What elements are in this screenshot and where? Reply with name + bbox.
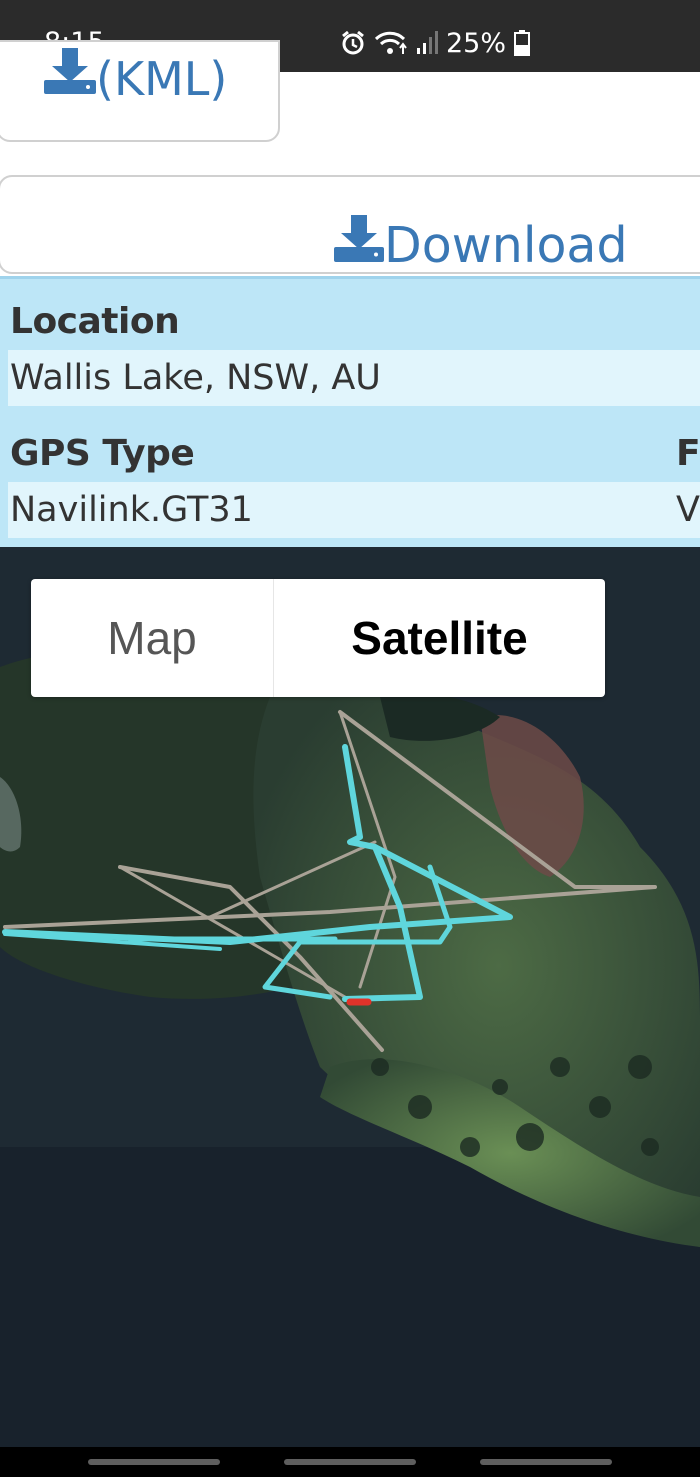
firmware-value: V1	[676, 490, 700, 530]
alarm-icon	[340, 30, 366, 56]
nav-back-button[interactable]	[480, 1459, 612, 1465]
navigation-bar	[0, 1447, 700, 1477]
download-icon	[44, 48, 96, 110]
battery-icon	[514, 30, 531, 56]
signal-icon	[416, 30, 438, 56]
download-kml-button[interactable]: (KML)	[0, 40, 280, 142]
location-label: Location	[10, 301, 180, 342]
gps-type-label: GPS Type	[10, 433, 195, 474]
location-value: Wallis Lake, NSW, AU	[10, 358, 381, 398]
gps-type-value: Navilink.GT31	[10, 490, 253, 530]
wifi-icon	[374, 30, 408, 56]
download-button-label: Download	[384, 216, 628, 274]
download-icon	[334, 215, 384, 276]
map-type-control: Map Satellite	[31, 579, 605, 697]
status-icons: 25%	[340, 26, 531, 60]
map-type-satellite-button[interactable]: Satellite	[274, 579, 605, 697]
nav-home-button[interactable]	[284, 1459, 416, 1465]
map-type-map-button[interactable]: Map	[31, 579, 274, 697]
download-button[interactable]: Download	[0, 175, 700, 274]
track-info-panel: Location Wallis Lake, NSW, AU GPS Type F…	[0, 276, 700, 550]
firmware-label: Fi	[676, 433, 700, 474]
nav-recents-button[interactable]	[88, 1459, 220, 1465]
battery-percent: 25%	[446, 27, 507, 59]
kml-button-label: (KML)	[96, 52, 228, 106]
